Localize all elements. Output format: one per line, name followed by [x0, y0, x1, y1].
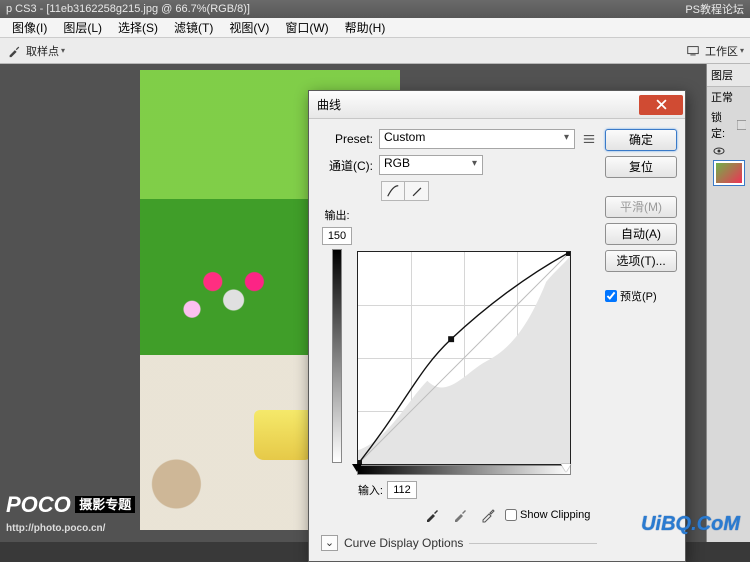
title-right: PS教程论坛 [685, 1, 744, 17]
curves-dialog: 曲线 Preset: Custom 通道(C): RGB [308, 90, 686, 562]
options-button[interactable]: 选项(T)... [605, 250, 677, 272]
output-label: 输出: [324, 207, 349, 223]
lock-pixels-icon[interactable] [737, 120, 746, 130]
curve-line[interactable] [358, 252, 570, 464]
sample-point-dropdown[interactable]: 取样点 [26, 43, 65, 59]
smooth-button: 平滑(M) [605, 196, 677, 218]
poco-url: http://photo.poco.cn/ [6, 523, 105, 534]
input-gradient-strip [357, 465, 571, 475]
menu-help[interactable]: 帮助(H) [337, 17, 394, 38]
chevron-down-icon[interactable]: ⌄ [321, 535, 338, 551]
lock-label: 锁定: [711, 109, 735, 141]
canvas-image-detail [254, 410, 314, 460]
poco-cn: 摄影专题 [75, 496, 135, 513]
curve-grid[interactable] [357, 251, 571, 465]
output-gradient-strip [332, 249, 342, 463]
output-value-field[interactable] [322, 227, 352, 245]
auto-button[interactable]: 自动(A) [605, 223, 677, 245]
options-bar: 取样点 工作区 [0, 38, 750, 64]
visibility-eye-icon[interactable] [713, 145, 725, 157]
input-label: 输入: [357, 482, 383, 498]
show-clipping-input[interactable] [505, 509, 517, 521]
menubar: 图像(I) 图层(L) 选择(S) 滤镜(T) 视图(V) 窗口(W) 帮助(H… [0, 18, 750, 38]
preset-menu-icon[interactable] [581, 131, 597, 147]
menu-select[interactable]: 选择(S) [110, 17, 166, 38]
input-value-field[interactable] [387, 481, 417, 499]
uibq-watermark: UiBQ.CoM [641, 513, 740, 536]
curve-chart: 输出: [321, 207, 597, 477]
screen-mode-icon[interactable] [685, 43, 701, 59]
channel-select[interactable]: RGB [379, 155, 483, 175]
preview-input[interactable] [605, 290, 617, 302]
preset-label: Preset: [321, 132, 373, 146]
layers-panel: 图层 正常 锁定: [706, 64, 750, 542]
menu-view[interactable]: 视图(V) [221, 17, 277, 38]
preview-label: 预览(P) [620, 288, 657, 304]
poco-brand: POCO [6, 492, 71, 517]
app-titlebar: p CS3 - [11eb3162258g215.jpg @ 66.7%(RGB… [0, 0, 750, 18]
display-options-expander[interactable]: ⌄ Curve Display Options [321, 535, 597, 551]
black-eyedropper-icon[interactable] [421, 505, 443, 525]
layer-row[interactable] [707, 143, 750, 159]
gray-eyedropper-icon[interactable] [449, 505, 471, 525]
poco-watermark: POCO 摄影专题 http://photo.poco.cn/ [6, 492, 135, 536]
curve-point-tool-icon[interactable] [381, 181, 405, 201]
curve-edit-tools [381, 181, 429, 201]
menu-window[interactable]: 窗口(W) [277, 17, 336, 38]
workspace-dropdown[interactable]: 工作区 [705, 43, 744, 59]
title-text: p CS3 - [11eb3162258g215.jpg @ 66.7%(RGB… [6, 3, 250, 15]
white-eyedropper-icon[interactable] [477, 505, 499, 525]
menu-filter[interactable]: 滤镜(T) [166, 17, 221, 38]
blend-mode-dropdown[interactable]: 正常 [707, 87, 750, 107]
menu-layer[interactable]: 图层(L) [55, 17, 110, 38]
close-icon [656, 99, 667, 110]
lock-row: 锁定: [707, 107, 750, 143]
ok-button[interactable]: 确定 [605, 129, 677, 151]
curve-control-point[interactable] [448, 336, 454, 342]
preset-select[interactable]: Custom [379, 129, 575, 149]
forum-label: PS教程论坛 [685, 4, 744, 16]
cancel-button[interactable]: 复位 [605, 156, 677, 178]
dialog-titlebar[interactable]: 曲线 [309, 91, 685, 119]
layer-thumbnail[interactable] [714, 161, 744, 185]
curve-draw-tool-icon[interactable] [405, 181, 429, 201]
white-point-slider[interactable] [561, 464, 571, 472]
black-point-slider[interactable] [352, 464, 362, 472]
expander-label: Curve Display Options [344, 536, 463, 550]
channel-label: 通道(C): [321, 157, 373, 174]
layers-tab[interactable]: 图层 [707, 64, 750, 87]
eyedropper-tool-icon[interactable] [6, 43, 22, 59]
show-clipping-label: Show Clipping [520, 509, 590, 521]
close-button[interactable] [639, 95, 683, 115]
dialog-title-text: 曲线 [317, 96, 341, 113]
preview-checkbox[interactable]: 预览(P) [605, 288, 677, 304]
show-clipping-checkbox[interactable]: Show Clipping [505, 509, 590, 521]
menu-image[interactable]: 图像(I) [4, 17, 55, 38]
